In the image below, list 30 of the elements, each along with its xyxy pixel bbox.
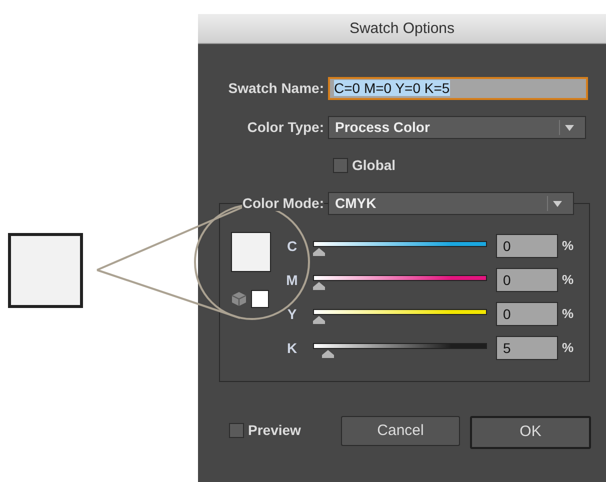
channel-label: M xyxy=(285,271,299,290)
unit-label: % xyxy=(562,339,574,357)
checkbox[interactable] xyxy=(229,423,244,438)
dropdown[interactable]: CMYK xyxy=(328,192,574,215)
unit-label: % xyxy=(562,237,574,255)
unit-label: % xyxy=(562,305,574,323)
number-field[interactable]: 0 xyxy=(496,302,558,326)
channel-label: K xyxy=(286,339,298,358)
checkbox-label: Global xyxy=(352,156,396,174)
caret-icon xyxy=(553,200,562,206)
caret-icon xyxy=(565,124,574,130)
field-label: Color Mode: xyxy=(242,195,324,211)
field-label: Color Type: xyxy=(247,119,324,135)
number-field[interactable]: 5 xyxy=(496,336,558,360)
cube-icon xyxy=(231,291,247,307)
checkbox[interactable] xyxy=(333,158,348,172)
checkbox-label: Preview xyxy=(248,421,301,440)
window-title: Swatch Options xyxy=(349,20,455,37)
field-label: Swatch Name: xyxy=(228,80,324,96)
color-swatch xyxy=(251,290,269,308)
cancel-button[interactable]: Cancel xyxy=(341,416,460,446)
unit-label: % xyxy=(562,271,574,289)
channel-label: Y xyxy=(286,305,298,324)
ok-button[interactable]: OK xyxy=(470,416,591,449)
dropdown[interactable]: Process Color xyxy=(328,116,586,139)
text-field[interactable]: C=0 M=0 Y=0 K=5 xyxy=(328,77,588,100)
channel-label: C xyxy=(286,237,298,256)
number-field[interactable]: 0 xyxy=(496,268,558,292)
number-field[interactable]: 0 xyxy=(496,234,558,258)
color-swatch xyxy=(231,232,271,272)
